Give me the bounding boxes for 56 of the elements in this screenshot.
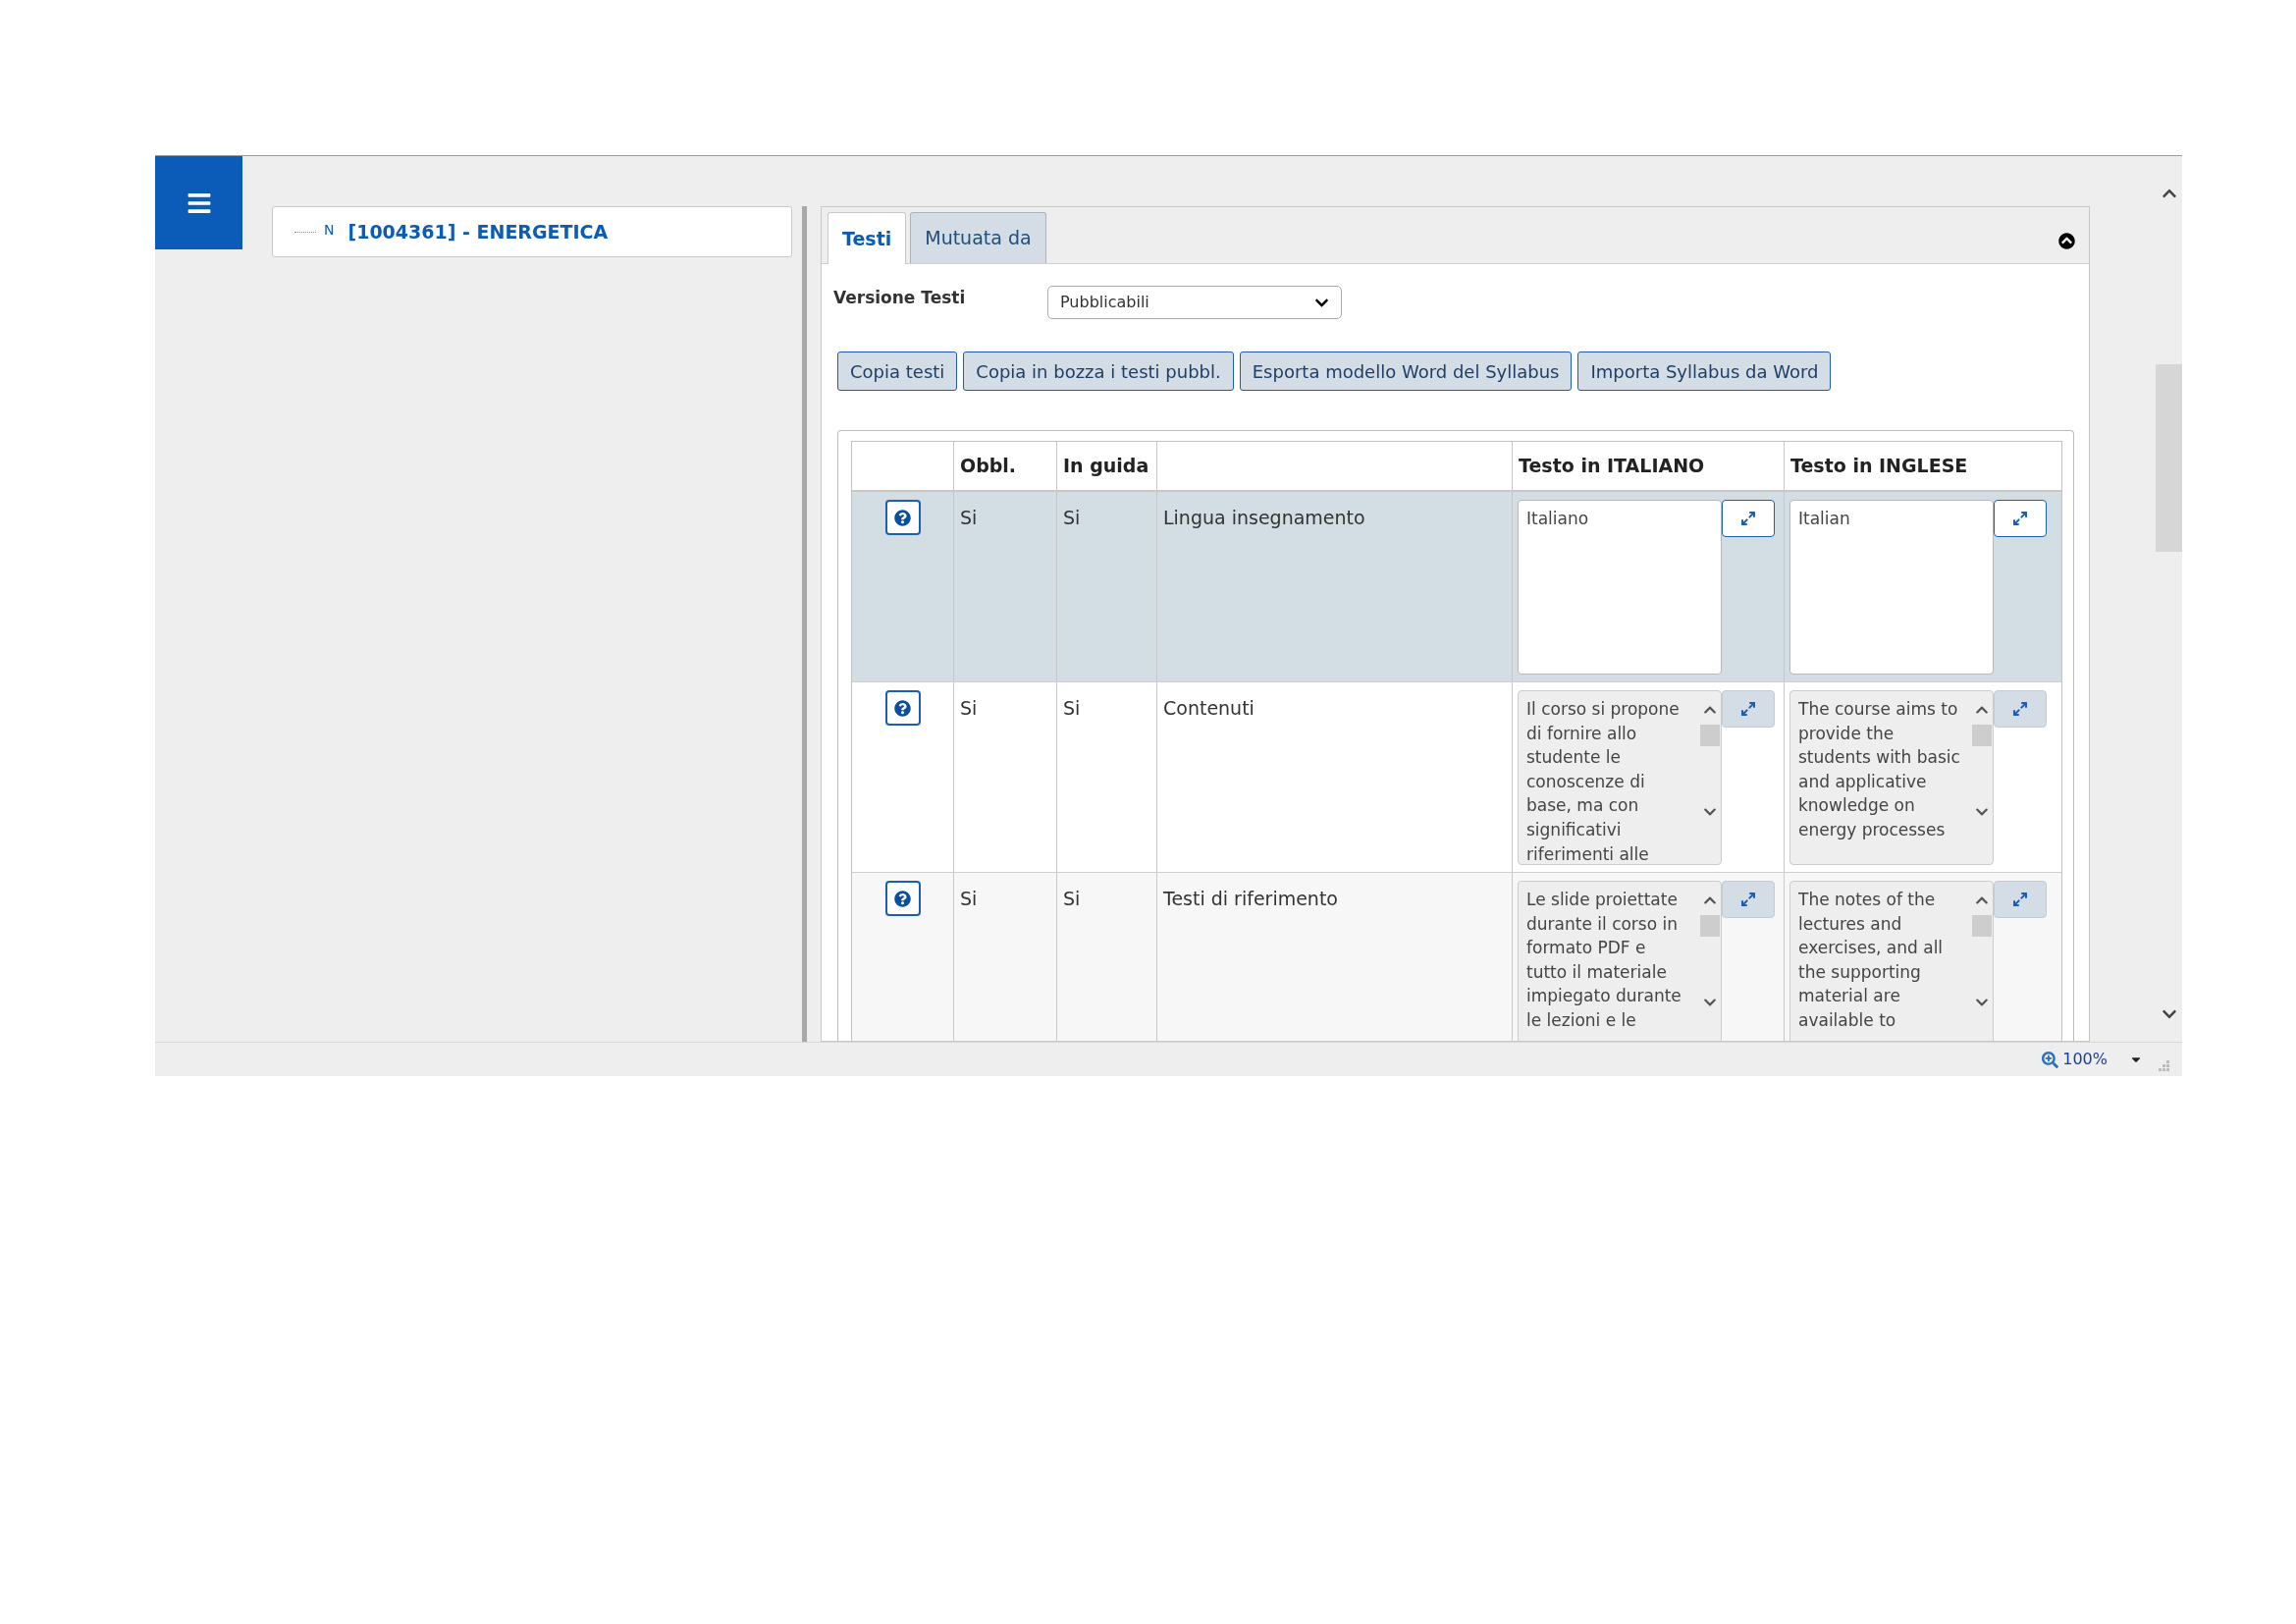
text-area[interactable]: The course aims to provide the students with basic and applicative knowledge on energy processes [1789, 690, 1994, 865]
help-button[interactable] [884, 690, 921, 726]
tab[interactable]: Testi [828, 212, 907, 264]
expand-icon [2012, 892, 2028, 907]
help-icon [894, 509, 911, 526]
scroll-thumb[interactable] [1700, 725, 1720, 746]
expand-icon [1740, 701, 1756, 717]
action-button[interactable]: Copia in bozza i testi pubbl. [963, 352, 1234, 391]
table-row[interactable] [852, 873, 2061, 1041]
table-cell: Si [1063, 888, 1081, 909]
text-area[interactable]: Italiano [1518, 500, 1722, 675]
scroll-thumb[interactable] [1700, 915, 1720, 937]
action-button[interactable]: Importa Syllabus da Word [1577, 352, 1832, 391]
action-button[interactable]: Esporta modello Word del Syllabus [1239, 352, 1573, 391]
table-cell: Si [1063, 697, 1081, 719]
expand-icon [2012, 511, 2028, 526]
column-header: Testo in INGLESE [1790, 454, 1968, 479]
text-area[interactable]: The notes of the lectures and exercises, and all the supporting material are available to [1789, 881, 1994, 1041]
table-cell: Si [1063, 507, 1081, 528]
expand-icon [1740, 892, 1756, 907]
table-cell: Si [960, 507, 978, 528]
table-row[interactable]: Si Si Lingua insegnamento Italiano Italian [852, 492, 2061, 682]
column-header: Obbl. [960, 454, 1017, 479]
page-scroll-thumb[interactable] [2156, 364, 2182, 552]
expand-button[interactable] [1994, 500, 2047, 537]
help-icon [894, 890, 911, 907]
version-select[interactable]: Pubblicabili [1047, 286, 1342, 319]
table-cell: Lingua insegnamento [1163, 507, 1365, 528]
expand-icon [2012, 701, 2028, 717]
zoom-level[interactable]: 100% [2062, 1048, 2108, 1071]
table-cell: Si [960, 888, 978, 909]
text-area[interactable]: Il corso si propone di fornire allo studente le conoscenze di base, ma con significativi riferimenti alle [1518, 690, 1722, 865]
text-area[interactable]: Le slide proiettate durante il corso in formato PDF e tutto il materiale impiegato durante le lezioni e le [1518, 881, 1722, 1041]
resize-grip-icon [2159, 1060, 2170, 1072]
table-cell: Testi di riferimento [1163, 888, 1338, 909]
help-button[interactable] [884, 500, 921, 535]
table-cell: Contenuti [1163, 697, 1255, 719]
scroll-thumb[interactable] [1972, 915, 1992, 937]
field-label: Versione Testi [833, 287, 967, 310]
zoom-icon [2042, 1051, 2059, 1068]
table-row[interactable] [852, 682, 2061, 873]
help-button[interactable] [884, 881, 921, 916]
action-button[interactable]: Copia testi [837, 352, 958, 391]
help-icon [894, 699, 911, 717]
scroll-thumb[interactable] [1972, 725, 1992, 746]
tree-node-prefix: N [324, 220, 335, 240]
text-area[interactable]: Italian [1789, 500, 1994, 675]
table-cell: Si [960, 697, 978, 719]
column-header: In guida [1063, 454, 1149, 479]
expand-icon [1740, 511, 1756, 526]
menu-button[interactable] [155, 156, 242, 249]
collapse-icon[interactable] [2058, 233, 2075, 249]
column-header: Testo in ITALIANO [1519, 454, 1705, 479]
tree-node-label[interactable]: [1004361] - ENERGETICA [347, 217, 609, 246]
expand-button[interactable] [1722, 500, 1775, 537]
tab[interactable]: Mutuata da [910, 212, 1046, 263]
